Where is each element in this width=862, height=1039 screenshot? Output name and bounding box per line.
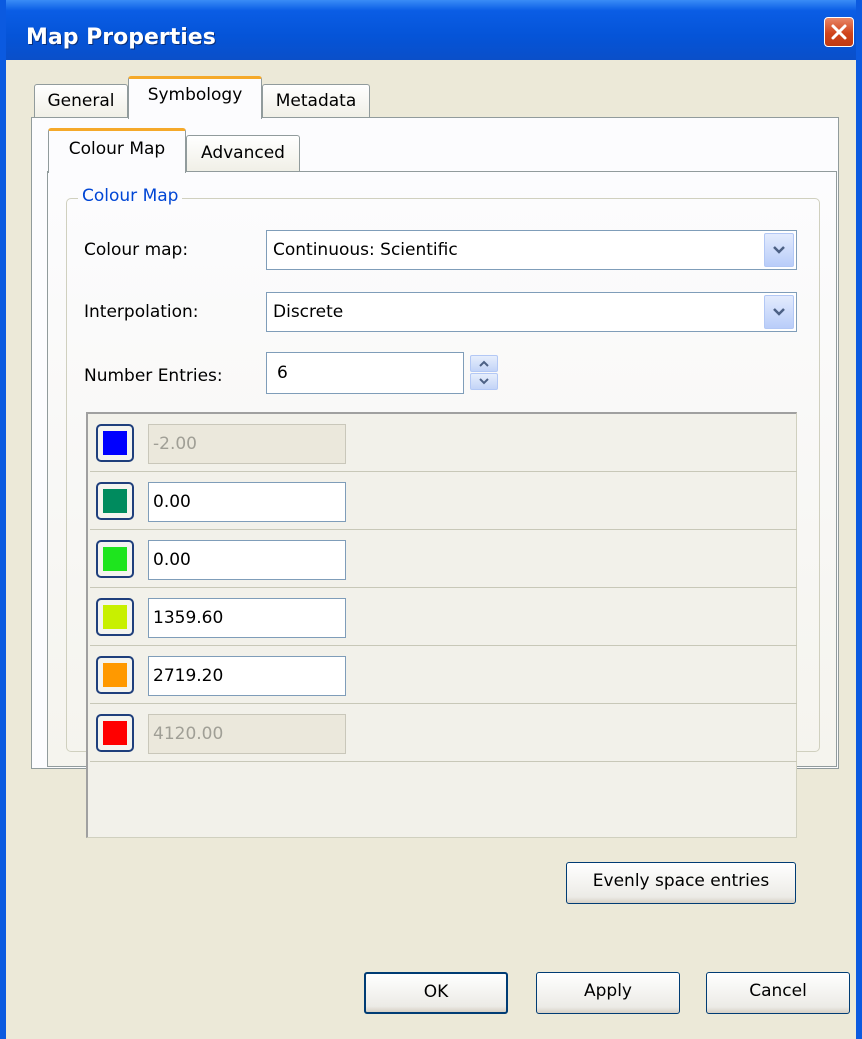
colour-map-dropdown-button[interactable] <box>764 233 794 267</box>
tab-symbology[interactable]: Symbology <box>128 76 262 119</box>
list-item: 4120.00 <box>90 704 797 762</box>
evenly-space-entries-button[interactable]: Evenly space entries <box>566 862 796 904</box>
interpolation-value: Discrete <box>273 302 344 322</box>
apply-button[interactable]: Apply <box>536 972 680 1014</box>
colour-map-value: Continuous: Scientific <box>273 240 458 260</box>
spin-down-button[interactable] <box>470 373 498 390</box>
tab-metadata[interactable]: Metadata <box>262 84 370 118</box>
number-entries-spinner[interactable] <box>470 355 498 391</box>
tab-general[interactable]: General <box>34 84 128 118</box>
chevron-down-icon <box>773 246 785 254</box>
interpolation-select[interactable]: Discrete <box>266 292 797 332</box>
interpolation-label: Interpolation: <box>84 302 199 322</box>
chevron-down-icon <box>773 308 785 316</box>
entry-value-field[interactable]: 0.00 <box>148 540 346 580</box>
close-icon <box>831 24 847 40</box>
colour-map-select[interactable]: Continuous: Scientific <box>266 230 797 270</box>
group-legend: Colour Map <box>78 186 183 206</box>
entry-value-field: 4120.00 <box>148 714 346 754</box>
number-entries-value: 6 <box>277 363 288 383</box>
window-title: Map Properties <box>26 25 216 50</box>
colour-swatch <box>103 663 127 687</box>
colour-swatch-button[interactable] <box>96 540 134 578</box>
list-item: 1359.60 <box>90 588 797 646</box>
colour-swatch-button[interactable] <box>96 656 134 694</box>
tab-colour-map[interactable]: Colour Map <box>48 128 186 173</box>
colour-swatch <box>103 489 127 513</box>
list-item: -2.00 <box>90 414 797 472</box>
colour-swatch-button[interactable] <box>96 424 134 462</box>
title-bar[interactable]: Map Properties <box>6 0 856 60</box>
number-entries-input[interactable]: 6 <box>266 352 464 394</box>
colour-swatch-button[interactable] <box>96 714 134 752</box>
spin-up-button[interactable] <box>470 355 498 372</box>
colour-swatch <box>103 431 127 455</box>
list-item: 2719.20 <box>90 646 797 704</box>
ok-button[interactable]: OK <box>364 972 508 1014</box>
entry-value-field[interactable]: 2719.20 <box>148 656 346 696</box>
interpolation-dropdown-button[interactable] <box>764 295 794 329</box>
cancel-button[interactable]: Cancel <box>706 972 850 1014</box>
colour-swatch <box>103 547 127 571</box>
chevron-up-icon <box>479 360 489 367</box>
list-item: 0.00 <box>90 530 797 588</box>
colour-swatch-button[interactable] <box>96 482 134 520</box>
entry-value-field[interactable]: 1359.60 <box>148 598 346 638</box>
close-button[interactable] <box>824 17 854 47</box>
chevron-down-icon <box>479 378 489 385</box>
colour-swatch-button[interactable] <box>96 598 134 636</box>
entry-value-field: -2.00 <box>148 424 346 464</box>
colour-swatch <box>103 605 127 629</box>
colour-entries-list: -2.00 0.00 0.00 1359.60 2719.20 4120.00 <box>86 412 797 838</box>
entry-value-field[interactable]: 0.00 <box>148 482 346 522</box>
colour-swatch <box>103 721 127 745</box>
tab-advanced[interactable]: Advanced <box>186 135 300 172</box>
list-item: 0.00 <box>90 472 797 530</box>
colour-map-label: Colour map: <box>84 240 189 260</box>
number-entries-label: Number Entries: <box>84 366 223 386</box>
